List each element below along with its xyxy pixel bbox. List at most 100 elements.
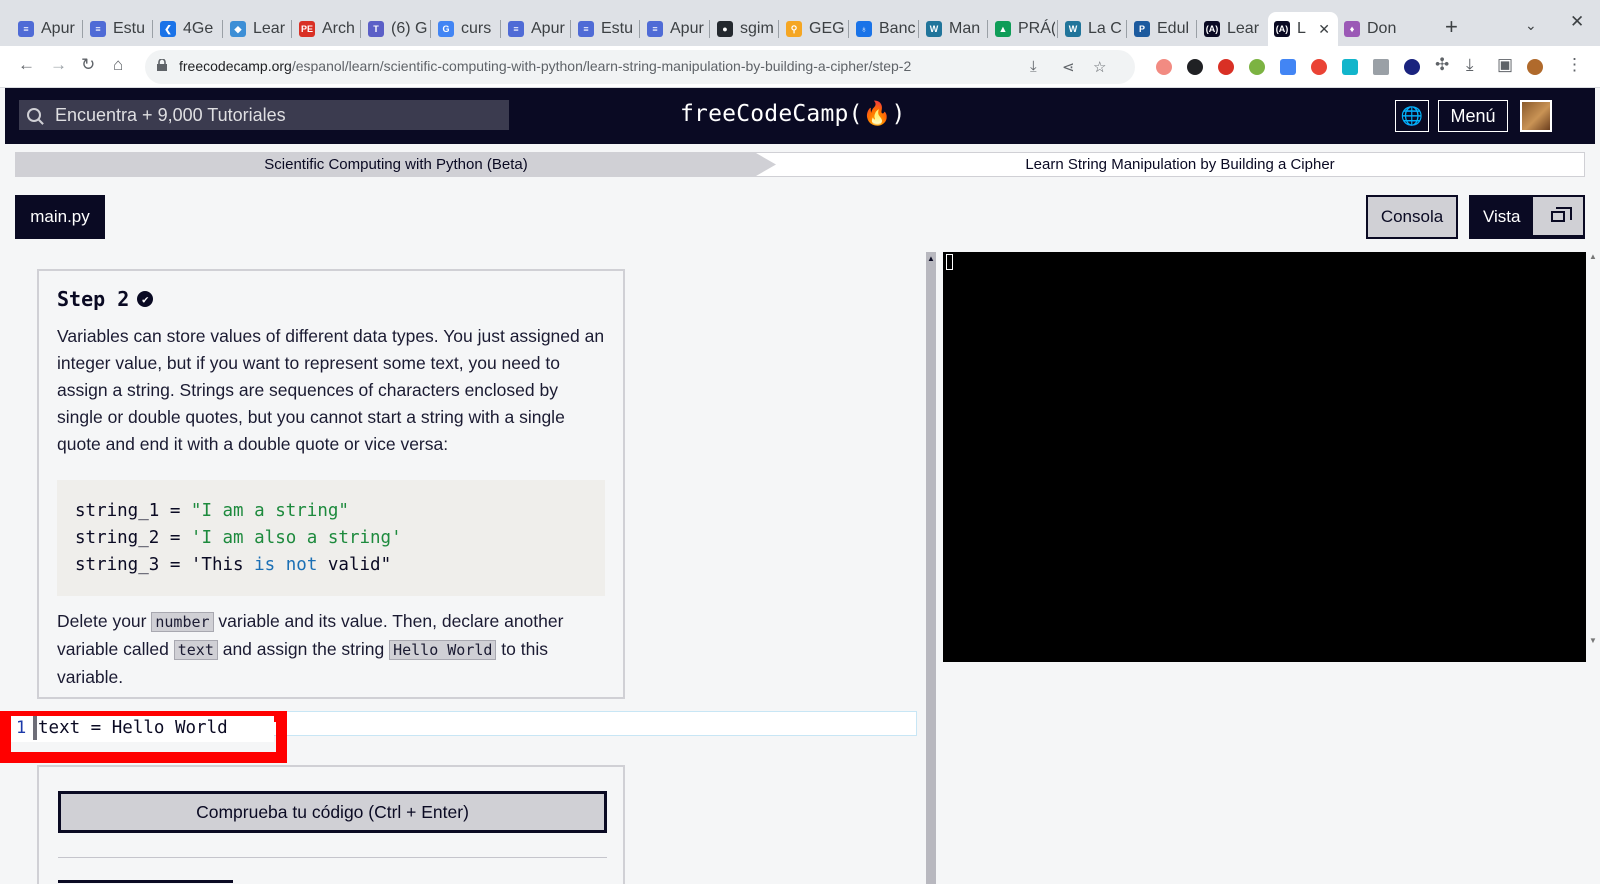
tab-label: PRÁ( bbox=[1018, 20, 1055, 37]
preview-button[interactable]: Vista bbox=[1469, 195, 1585, 239]
language-globe-icon[interactable]: 🌐 bbox=[1395, 100, 1429, 132]
tab-separator bbox=[430, 20, 431, 38]
fcc-logo[interactable]: freeCodeCamp(🔥) bbox=[680, 100, 906, 127]
user-avatar[interactable] bbox=[1520, 100, 1552, 132]
forward-icon[interactable]: → bbox=[50, 55, 67, 75]
scroll-up-icon[interactable]: ▲ bbox=[927, 254, 935, 263]
extension-icon[interactable] bbox=[1373, 59, 1389, 75]
profile-avatar[interactable] bbox=[1527, 59, 1543, 75]
tab-separator bbox=[1196, 20, 1197, 38]
tab-separator bbox=[987, 20, 988, 38]
tab-separator bbox=[500, 20, 501, 38]
browser-tab[interactable]: Gcurs bbox=[432, 12, 498, 46]
tab-separator bbox=[1057, 20, 1058, 38]
search-input[interactable] bbox=[55, 104, 485, 126]
bookmark-star-icon[interactable]: ☆ bbox=[1093, 58, 1106, 76]
browser-tab[interactable]: ≡ Apur bbox=[502, 12, 568, 46]
extension-icon[interactable] bbox=[1342, 59, 1358, 75]
tab-label: Apur bbox=[531, 20, 565, 37]
scroll-down-icon[interactable]: ▼ bbox=[1589, 636, 1597, 645]
download-icon[interactable]: ⤓ bbox=[1466, 55, 1474, 75]
browser-tab[interactable]: ♦ Don bbox=[1338, 12, 1404, 46]
search-bar[interactable] bbox=[19, 100, 509, 130]
tab-separator bbox=[570, 20, 571, 38]
browser-tab[interactable]: T (6) G bbox=[362, 12, 428, 46]
tab-separator bbox=[82, 20, 83, 38]
browser-tab[interactable]: ▲ PRÁ( bbox=[989, 12, 1055, 46]
extension-icon[interactable] bbox=[1218, 59, 1234, 75]
back-icon[interactable]: ← bbox=[18, 55, 35, 75]
tab-label: Estu bbox=[601, 20, 634, 37]
tab-favicon-icon: ● bbox=[717, 21, 733, 37]
line-number: 1 bbox=[16, 718, 27, 738]
step-description: Variables can store values of different … bbox=[57, 326, 605, 454]
browser-tab[interactable]: ◆ Lear bbox=[224, 12, 290, 46]
browser-tab[interactable]: (A) Lear bbox=[1198, 12, 1264, 46]
window-close-icon[interactable]: ✕ bbox=[1570, 12, 1584, 32]
browser-tab[interactable]: W La C bbox=[1059, 12, 1125, 46]
code-editor-text[interactable]: text = Hello World bbox=[38, 718, 228, 738]
translate-icon[interactable] bbox=[1280, 59, 1296, 75]
kebab-menu-icon[interactable]: ⋮ bbox=[1566, 55, 1583, 75]
file-tab-main-py[interactable]: main.py bbox=[15, 195, 105, 239]
tab-favicon-icon: ≡ bbox=[90, 21, 106, 37]
browser-tab[interactable]: ⚲ GEG bbox=[780, 12, 846, 46]
step-title: Step 2 ✔ bbox=[57, 287, 605, 311]
share-icon[interactable]: ⋖ bbox=[1062, 58, 1075, 76]
tab-search-chevron-icon[interactable]: ⌄ bbox=[1525, 17, 1537, 34]
lock-icon bbox=[157, 59, 167, 71]
extension-icon[interactable] bbox=[1404, 59, 1420, 75]
tab-label: L bbox=[1297, 20, 1306, 37]
instructions-card: Step 2 ✔ Variables can store values of d… bbox=[37, 269, 625, 699]
home-icon[interactable]: ⌂ bbox=[113, 55, 123, 75]
inline-code-hello-world: Hello World bbox=[389, 640, 497, 660]
console-button[interactable]: Consola bbox=[1366, 195, 1458, 239]
address-bar[interactable]: freecodecamp.org/espanol/learn/scientifi… bbox=[145, 50, 1135, 84]
tab-favicon-icon: (A) bbox=[1204, 21, 1220, 37]
browser-tab[interactable]: ≡ Estu bbox=[572, 12, 638, 46]
divider bbox=[58, 857, 607, 858]
tab-favicon-icon: ❮ bbox=[160, 21, 176, 37]
extension-icon[interactable] bbox=[1187, 59, 1203, 75]
reload-icon[interactable]: ↻ bbox=[81, 55, 95, 75]
extension-icon[interactable] bbox=[1156, 59, 1172, 75]
extension-icon[interactable] bbox=[1311, 59, 1327, 75]
browser-tab[interactable]: ❮ 4Ge bbox=[154, 12, 220, 46]
install-icon[interactable]: ⤓ bbox=[1030, 58, 1037, 75]
tab-label: (6) G bbox=[391, 20, 428, 37]
url-text: freecodecamp.org/espanol/learn/scientifi… bbox=[179, 58, 912, 74]
preview-label: Vista bbox=[1483, 207, 1521, 226]
browser-tab[interactable]: ≡ Estu bbox=[84, 12, 150, 46]
browser-tab[interactable]: ● sgim bbox=[711, 12, 777, 46]
menu-button[interactable]: Menú bbox=[1438, 100, 1508, 132]
tab-label: Apur bbox=[41, 20, 75, 37]
new-tab-button[interactable]: + bbox=[1445, 14, 1458, 40]
browser-tab[interactable]: ≡ Apur bbox=[12, 12, 78, 46]
tab-label: 4Ge bbox=[183, 20, 214, 37]
code-line-3: string_3 = 'This is not valid" bbox=[75, 555, 392, 575]
code-line-1: string_1 = "I am a string" bbox=[75, 501, 349, 521]
tab-favicon-icon: ≡ bbox=[508, 21, 524, 37]
pane-splitter[interactable]: ▲ bbox=[926, 252, 936, 884]
popout-window-icon[interactable] bbox=[1533, 197, 1583, 235]
browser-tab[interactable]: W Man bbox=[920, 12, 986, 46]
browser-tab[interactable]: ♁ Banc bbox=[850, 12, 916, 46]
puzzle-icon[interactable]: ✣ bbox=[1435, 55, 1449, 75]
tab-favicon-icon: ▲ bbox=[995, 21, 1011, 37]
browser-tab[interactable]: ≡ Apur bbox=[641, 12, 707, 46]
tab-close-icon[interactable]: ✕ bbox=[1318, 21, 1330, 38]
check-code-button[interactable]: Comprueba tu código (Ctrl + Enter) bbox=[58, 791, 607, 833]
extension-icon[interactable] bbox=[1249, 59, 1265, 75]
breadcrumb-superblock[interactable]: Scientific Computing with Python (Beta) bbox=[16, 153, 776, 176]
tab-favicon-icon: ≡ bbox=[647, 21, 663, 37]
preview-output-black[interactable] bbox=[943, 252, 1586, 662]
browser-tab[interactable]: P Edul bbox=[1128, 12, 1194, 46]
tab-label: Don bbox=[1367, 20, 1397, 37]
scroll-up-icon[interactable]: ▲ bbox=[1589, 252, 1597, 261]
browser-tab[interactable]: PE Arch bbox=[293, 12, 359, 46]
breadcrumb: Scientific Computing with Python (Beta) … bbox=[15, 152, 1585, 177]
browser-tab[interactable]: (A) L ✕ bbox=[1268, 12, 1338, 46]
sidebar-icon[interactable]: ▣ bbox=[1497, 55, 1513, 75]
breadcrumb-block[interactable]: Learn String Manipulation by Building a … bbox=[776, 153, 1584, 176]
tab-separator bbox=[152, 20, 153, 38]
